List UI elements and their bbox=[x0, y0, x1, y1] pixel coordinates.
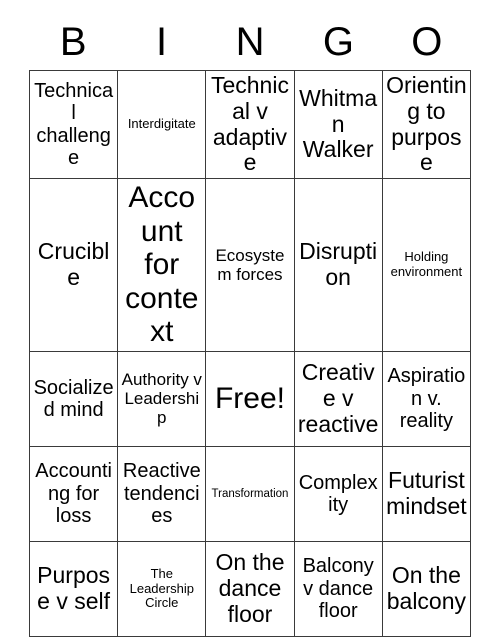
bingo-cell-label: On the dance floor bbox=[215, 549, 285, 627]
bingo-cell-label: Futurist mindset bbox=[386, 467, 467, 519]
bingo-cell-label: On the balcony bbox=[386, 562, 467, 614]
bingo-cell-label: Disruption bbox=[299, 238, 378, 290]
bingo-cell-label: Socialized mind bbox=[33, 376, 114, 421]
bingo-cell-label: Ecosystem forces bbox=[215, 245, 285, 284]
bingo-cell-o5[interactable]: On the balcony bbox=[381, 540, 472, 637]
bingo-cell-i4[interactable]: Reactive tendencies bbox=[117, 445, 207, 542]
bingo-cell-g1[interactable]: Whitman Walker bbox=[293, 70, 383, 179]
bingo-cell-label: Accounting for loss bbox=[35, 460, 112, 528]
bingo-cell-label: The Leadership Circle bbox=[129, 566, 194, 611]
bingo-cell-label: Reactive tendencies bbox=[122, 460, 201, 528]
bingo-cell-g3[interactable]: Creative v reactive bbox=[293, 350, 383, 447]
bingo-header-letter-g: G bbox=[322, 20, 354, 64]
bingo-cell-label: Technical v adaptive bbox=[210, 72, 289, 176]
bingo-cell-label: Purpose v self bbox=[37, 562, 111, 614]
bingo-cell-i5[interactable]: The Leadership Circle bbox=[117, 540, 207, 637]
bingo-cell-label: Holding environment bbox=[390, 249, 463, 279]
bingo-cell-n1[interactable]: Technical v adaptive bbox=[205, 70, 295, 179]
bingo-cell-b4[interactable]: Accounting for loss bbox=[28, 445, 119, 542]
bingo-cell-i3[interactable]: Authority v Leadership bbox=[117, 350, 207, 447]
bingo-cell-label: Transformation bbox=[211, 487, 289, 500]
bingo-cell-label: Aspiration v. reality bbox=[387, 365, 466, 433]
bingo-header-row: B I N G O bbox=[29, 14, 471, 70]
bingo-cell-o2[interactable]: Holding environment bbox=[381, 178, 472, 352]
bingo-row-3: Socialized mind Authority v Leadership F… bbox=[28, 350, 472, 447]
bingo-cell-label: Crucible bbox=[37, 238, 110, 290]
bingo-cell-label: Creative v reactive bbox=[297, 359, 379, 437]
bingo-free-space-label: Free! bbox=[214, 382, 285, 416]
bingo-cell-n5[interactable]: On the dance floor bbox=[205, 540, 295, 637]
bingo-row-2: Crucible Account for context Ecosystem f… bbox=[28, 178, 472, 352]
bingo-cell-label: Technical challenge bbox=[34, 79, 114, 169]
bingo-cell-g5[interactable]: Balcony v dance floor bbox=[293, 540, 383, 637]
bingo-cell-label: Interdigitate bbox=[127, 116, 196, 132]
bingo-header-letter-o: O bbox=[411, 20, 443, 64]
bingo-grid: Technical challenge Interdigitate Techni… bbox=[28, 70, 472, 637]
bingo-cell-label: Authority v Leadership bbox=[121, 370, 202, 428]
bingo-cell-g2[interactable]: Disruption bbox=[293, 178, 383, 352]
bingo-cell-o1[interactable]: Orienting to purpose bbox=[381, 70, 472, 179]
bingo-cell-label: Account for context bbox=[125, 181, 199, 349]
bingo-header-letter-b: B bbox=[59, 20, 87, 64]
bingo-cell-label: Complexity bbox=[298, 471, 378, 516]
bingo-cell-b2[interactable]: Crucible bbox=[28, 178, 119, 352]
bingo-cell-g4[interactable]: Complexity bbox=[293, 445, 383, 542]
bingo-header-letter-n: N bbox=[235, 20, 265, 64]
bingo-cell-label: Balcony v dance floor bbox=[302, 555, 374, 623]
bingo-row-4: Accounting for loss Reactive tendencies … bbox=[28, 445, 472, 542]
bingo-cell-label: Whitman Walker bbox=[299, 84, 378, 163]
bingo-cell-o4[interactable]: Futurist mindset bbox=[381, 445, 472, 542]
bingo-header-letter-i: I bbox=[156, 20, 168, 64]
bingo-cell-b3[interactable]: Socialized mind bbox=[28, 350, 119, 447]
bingo-cell-i2[interactable]: Account for context bbox=[117, 178, 207, 352]
bingo-cell-n4[interactable]: Transformation bbox=[205, 445, 295, 542]
bingo-cell-b1[interactable]: Technical challenge bbox=[28, 70, 119, 179]
bingo-cell-i1[interactable]: Interdigitate bbox=[117, 70, 207, 179]
bingo-cell-n2[interactable]: Ecosystem forces bbox=[205, 178, 295, 352]
bingo-cell-o3[interactable]: Aspiration v. reality bbox=[381, 350, 472, 447]
bingo-row-1: Technical challenge Interdigitate Techni… bbox=[28, 70, 472, 179]
bingo-row-5: Purpose v self The Leadership Circle On … bbox=[28, 540, 472, 637]
bingo-cell-label: Orienting to purpose bbox=[386, 72, 467, 176]
bingo-cell-free-space[interactable]: Free! bbox=[205, 350, 295, 447]
bingo-cell-b5[interactable]: Purpose v self bbox=[28, 540, 119, 637]
